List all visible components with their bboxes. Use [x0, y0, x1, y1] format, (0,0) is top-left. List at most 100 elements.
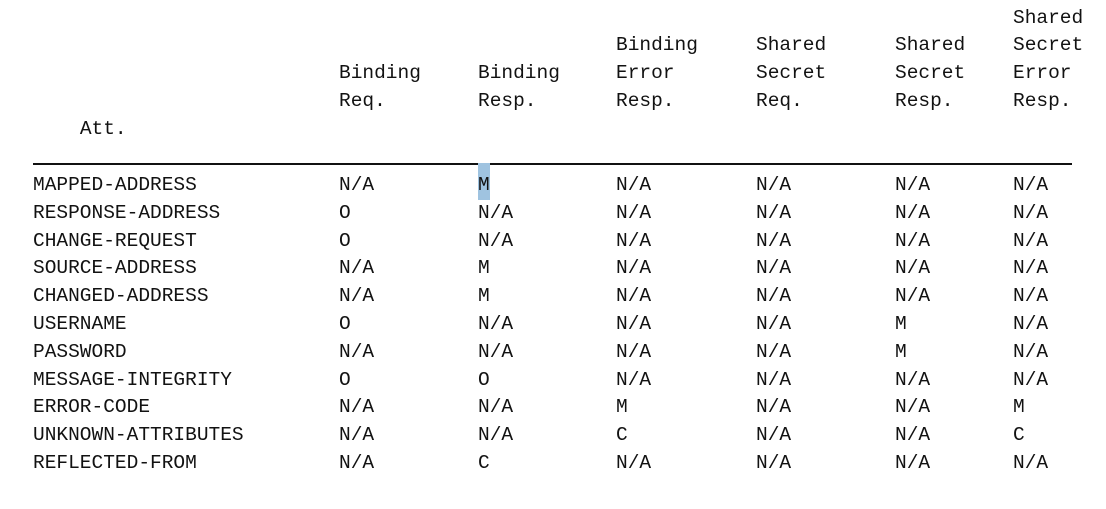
- column-header-binding-error-resp: Binding Error Resp.: [616, 32, 698, 115]
- usage-cell: N/A: [756, 201, 792, 224]
- attribute-name-cell: MAPPED-ADDRESS: [33, 174, 197, 196]
- column-header-line: Secret: [1013, 34, 1084, 57]
- usage-cell: N/A: [1013, 174, 1049, 196]
- usage-cell: N/A: [1013, 257, 1049, 280]
- table-row: RESPONSE-ADDRESS O N/A N/A N/A N/A N/A: [0, 200, 1106, 228]
- attribute-name-cell: UNKNOWN-ATTRIBUTES: [33, 424, 244, 447]
- usage-cell: N/A: [339, 452, 375, 474]
- table-corner-header: Att.: [33, 88, 127, 171]
- usage-cell: O: [339, 229, 351, 252]
- usage-cell: N/A: [339, 340, 375, 363]
- usage-cell: N/A: [616, 340, 652, 363]
- attribute-name-cell: USERNAME: [33, 313, 127, 335]
- usage-cell: N/A: [616, 452, 652, 474]
- usage-cell: N/A: [756, 313, 792, 335]
- attribute-name-cell: CHANGED-ADDRESS: [33, 285, 209, 308]
- usage-cell: M: [895, 313, 907, 335]
- usage-cell: N/A: [895, 396, 931, 419]
- usage-cell: N/A: [756, 368, 792, 391]
- column-header-shared-secret-resp: Shared Secret Resp.: [895, 32, 965, 115]
- usage-cell: N/A: [756, 285, 792, 308]
- usage-cell-selected[interactable]: M: [478, 172, 490, 200]
- usage-cell: N/A: [616, 229, 652, 252]
- column-header-line: Shared: [895, 34, 966, 57]
- usage-cell: N/A: [756, 174, 792, 196]
- usage-cell: N/A: [1013, 340, 1049, 363]
- attribute-name-cell: ERROR-CODE: [33, 396, 151, 419]
- usage-cell: M: [478, 257, 490, 280]
- usage-cell: N/A: [339, 424, 375, 447]
- usage-cell: N/A: [616, 313, 652, 335]
- column-header-line: Binding: [616, 34, 698, 57]
- usage-cell: N/A: [756, 396, 792, 419]
- attribute-name-cell: SOURCE-ADDRESS: [33, 257, 197, 280]
- column-header-line: Resp.: [616, 89, 675, 112]
- table-row: ERROR-CODE N/A N/A M N/A N/A M: [0, 394, 1106, 422]
- usage-cell: N/A: [895, 201, 931, 224]
- usage-cell: N/A: [895, 174, 931, 196]
- usage-cell: C: [1013, 424, 1025, 447]
- corner-header-label: Att.: [79, 117, 127, 140]
- usage-cell: N/A: [478, 201, 514, 224]
- usage-cell: N/A: [339, 257, 375, 280]
- header-separator-rule: [33, 163, 1072, 165]
- usage-cell: N/A: [756, 424, 792, 447]
- column-header-line: Req.: [339, 89, 386, 112]
- usage-cell: N/A: [478, 229, 514, 252]
- column-header-line: Resp.: [1013, 89, 1072, 112]
- column-header-line: Error: [1013, 62, 1072, 85]
- usage-cell: C: [478, 452, 490, 474]
- usage-cell: N/A: [895, 452, 931, 474]
- usage-cell: N/A: [478, 340, 514, 363]
- usage-cell: N/A: [895, 229, 931, 252]
- column-header-line: Shared: [756, 34, 827, 57]
- attribute-usage-table: Att. Binding Req. Binding Resp. Binding Error…: [0, 0, 1106, 509]
- usage-cell: N/A: [1013, 313, 1049, 335]
- usage-cell: N/A: [616, 174, 652, 196]
- usage-cell: C: [616, 424, 628, 447]
- attribute-name-cell: PASSWORD: [33, 340, 127, 363]
- usage-cell: N/A: [756, 257, 792, 280]
- table-row: USERNAME O N/A N/A N/A M N/A: [0, 311, 1106, 339]
- usage-cell: N/A: [756, 229, 792, 252]
- column-header-line: Binding: [478, 62, 560, 85]
- usage-cell: N/A: [478, 424, 514, 447]
- table-row: SOURCE-ADDRESS N/A M N/A N/A N/A N/A: [0, 255, 1106, 283]
- usage-cell: N/A: [616, 257, 652, 280]
- usage-cell: N/A: [616, 201, 652, 224]
- usage-cell: N/A: [478, 313, 514, 335]
- usage-cell: N/A: [339, 396, 375, 419]
- usage-cell: N/A: [1013, 368, 1049, 391]
- column-header-binding-req: Binding Req.: [339, 60, 421, 116]
- usage-cell: N/A: [339, 174, 375, 196]
- usage-cell: N/A: [339, 285, 375, 308]
- column-header-line: Resp.: [478, 89, 537, 112]
- attribute-name-cell: RESPONSE-ADDRESS: [33, 201, 221, 224]
- column-header-shared-secret-req: Shared Secret Req.: [756, 32, 826, 115]
- usage-cell: N/A: [895, 368, 931, 391]
- attribute-name-cell: CHANGE-REQUEST: [33, 229, 197, 252]
- column-header-line: Binding: [339, 62, 421, 85]
- usage-cell: N/A: [756, 340, 792, 363]
- usage-cell: O: [339, 313, 351, 335]
- usage-cell: N/A: [895, 424, 931, 447]
- table-row: MESSAGE-INTEGRITY O O N/A N/A N/A N/A: [0, 367, 1106, 395]
- column-header-line: Secret: [756, 62, 827, 85]
- attribute-name-cell: REFLECTED-FROM: [33, 452, 197, 474]
- column-header-line: Req.: [756, 89, 803, 112]
- table-row: MAPPED-ADDRESS N/A M N/A N/A N/A N/A: [0, 172, 1106, 200]
- usage-cell: M: [616, 396, 628, 419]
- table-row: CHANGED-ADDRESS N/A M N/A N/A N/A N/A: [0, 283, 1106, 311]
- table-row: PASSWORD N/A N/A N/A N/A M N/A: [0, 339, 1106, 367]
- table-row: UNKNOWN-ATTRIBUTES N/A N/A C N/A N/A C: [0, 422, 1106, 450]
- usage-cell: N/A: [1013, 285, 1049, 308]
- column-header-shared-secret-err-resp: Shared Secret Error Resp.: [1013, 5, 1083, 116]
- usage-cell: N/A: [616, 285, 652, 308]
- usage-cell: N/A: [1013, 201, 1049, 224]
- usage-cell: M: [895, 340, 907, 363]
- usage-cell: N/A: [478, 396, 514, 419]
- usage-cell: O: [339, 201, 351, 224]
- usage-cell: M: [1013, 396, 1025, 419]
- usage-cell: O: [339, 368, 351, 391]
- attribute-name-cell: MESSAGE-INTEGRITY: [33, 368, 232, 391]
